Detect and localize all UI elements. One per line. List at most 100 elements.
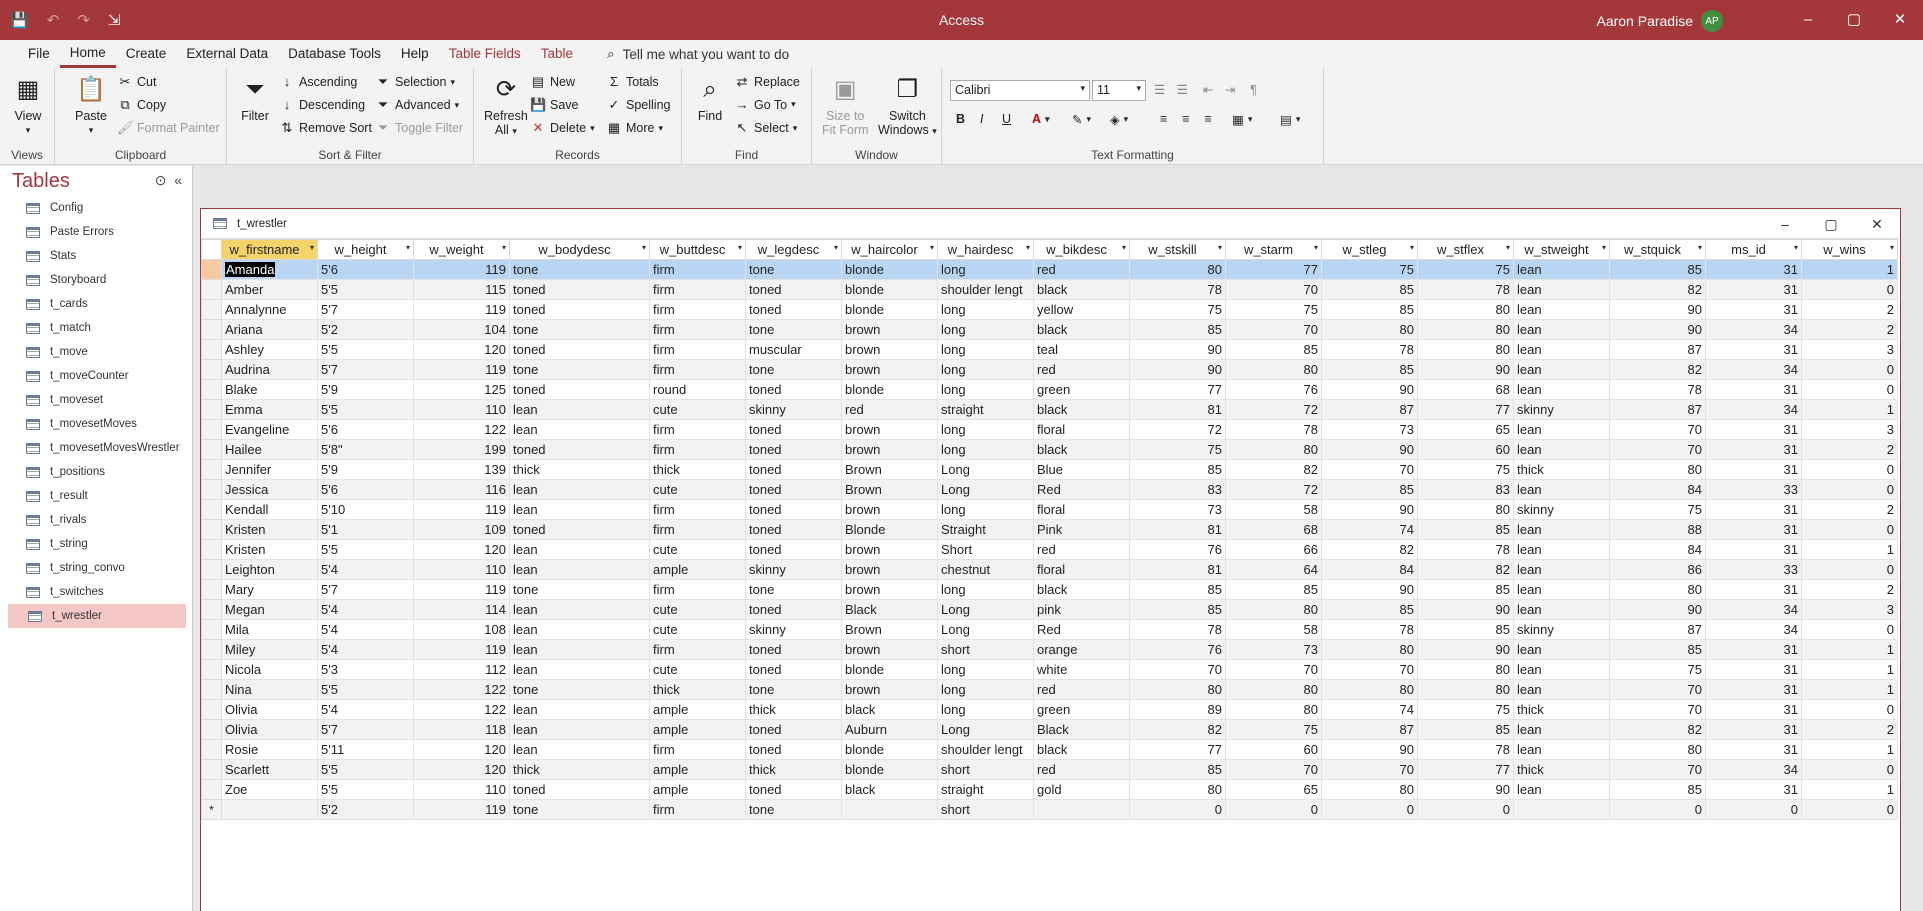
cell-w-height[interactable]: 5'4 — [317, 619, 414, 640]
cell-w-stquick[interactable]: 87 — [1609, 339, 1706, 360]
cell-w-height[interactable]: 5'4 — [317, 639, 414, 660]
cell-w-haircolor[interactable]: brown — [841, 339, 938, 360]
nav-item-stats[interactable]: Stats — [6, 244, 186, 268]
cell-w-stweight[interactable] — [1513, 799, 1610, 820]
cell-w-wins[interactable]: 1 — [1801, 739, 1898, 760]
table-row[interactable]: Amanda 5'6 119 tone firm tone blonde long red 80 7… — [201, 259, 1898, 280]
cell-w-starm[interactable]: 70 — [1225, 319, 1322, 340]
table-row[interactable]: Rosie 5'11 120 lean firm toned blonde shoulder … — [201, 739, 1898, 760]
cell-w-buttdesc[interactable]: round — [649, 379, 746, 400]
cell-w-height[interactable]: 5'7 — [317, 359, 414, 380]
record-selector[interactable] — [201, 539, 222, 560]
cell-ms-id[interactable]: 34 — [1705, 359, 1802, 380]
record-selector[interactable] — [201, 339, 222, 360]
cell-w-bikdesc[interactable]: red — [1033, 679, 1130, 700]
column-header-w-height[interactable]: w_height ▾ — [317, 239, 414, 260]
find-button[interactable]: ⌕ Find — [694, 74, 726, 124]
cell-w-firstname[interactable]: Evangeline — [221, 419, 318, 440]
column-header-w-stweight[interactable]: w_stweight ▾ — [1513, 239, 1610, 260]
cell-ms-id[interactable]: 0 — [1705, 799, 1802, 820]
cell-w-firstname[interactable]: Miley — [221, 639, 318, 660]
cell-w-weight[interactable]: 120 — [413, 739, 510, 760]
cell-w-stflex[interactable]: 75 — [1417, 259, 1514, 280]
cell-w-buttdesc[interactable]: ample — [649, 719, 746, 740]
record-selector[interactable] — [201, 659, 222, 680]
cell-w-buttdesc[interactable]: cute — [649, 479, 746, 500]
cell-w-bikdesc[interactable]: Red — [1033, 619, 1130, 640]
cell-w-haircolor[interactable]: blonde — [841, 279, 938, 300]
nav-item-t-match[interactable]: t_match — [6, 316, 186, 340]
cell-w-stflex[interactable]: 80 — [1417, 499, 1514, 520]
avatar[interactable]: AP — [1701, 10, 1723, 32]
cell-w-hairdesc[interactable]: Short — [937, 539, 1034, 560]
cell-w-bikdesc[interactable]: Red — [1033, 479, 1130, 500]
table-row[interactable]: Zoe 5'5 110 toned ample toned black straight gol… — [201, 779, 1898, 800]
cell-w-firstname[interactable]: Olivia — [221, 699, 318, 720]
cell-w-starm[interactable]: 0 — [1225, 799, 1322, 820]
column-header-w-wins[interactable]: w_wins ▾ — [1801, 239, 1898, 260]
record-selector[interactable] — [201, 699, 222, 720]
cell-w-bodydesc[interactable]: lean — [509, 499, 650, 520]
cell-w-height[interactable]: 5'2 — [317, 799, 414, 820]
cell-w-legdesc[interactable]: tone — [745, 579, 842, 600]
table-row[interactable]: Jennifer 5'9 139 thick thick toned Brown Long Bl… — [201, 459, 1898, 480]
cell-ms-id[interactable]: 31 — [1705, 379, 1802, 400]
cell-w-wins[interactable]: 0 — [1801, 279, 1898, 300]
cell-w-buttdesc[interactable]: firm — [649, 579, 746, 600]
cell-w-stweight[interactable]: lean — [1513, 339, 1610, 360]
cell-w-legdesc[interactable]: thick — [745, 759, 842, 780]
cell-w-starm[interactable]: 75 — [1225, 719, 1322, 740]
fill-color-button[interactable]: ◈ ▾ — [1110, 112, 1128, 127]
cell-w-wins[interactable]: 1 — [1801, 779, 1898, 800]
record-selector[interactable] — [201, 759, 222, 780]
record-selector[interactable] — [201, 619, 222, 640]
tell-me-search[interactable]: ⌕ Tell me what you want to do — [607, 46, 789, 62]
cell-w-height[interactable]: 5'5 — [317, 759, 414, 780]
cell-w-wins[interactable]: 1 — [1801, 639, 1898, 660]
cell-w-stflex[interactable]: 68 — [1417, 379, 1514, 400]
new-record-button[interactable]: ▤ New — [530, 74, 575, 90]
cell-w-weight[interactable]: 199 — [413, 439, 510, 460]
cell-w-bikdesc[interactable]: black — [1033, 739, 1130, 760]
cell-w-stweight[interactable]: lean — [1513, 599, 1610, 620]
nav-item-t-positions[interactable]: t_positions — [6, 460, 186, 484]
minimize-button[interactable]: – — [1785, 0, 1831, 40]
cell-w-legdesc[interactable]: toned — [745, 419, 842, 440]
column-header-w-legdesc[interactable]: w_legdesc ▾ — [745, 239, 842, 260]
column-dropdown-icon[interactable]: ▾ — [406, 243, 410, 252]
cell-w-stleg[interactable]: 74 — [1321, 699, 1418, 720]
cell-w-stweight[interactable]: lean — [1513, 379, 1610, 400]
cell-w-starm[interactable]: 58 — [1225, 619, 1322, 640]
cell-ms-id[interactable]: 34 — [1705, 759, 1802, 780]
cell-w-starm[interactable]: 72 — [1225, 479, 1322, 500]
cell-w-bodydesc[interactable]: lean — [509, 559, 650, 580]
cell-w-stleg[interactable]: 70 — [1321, 759, 1418, 780]
cell-w-bodydesc[interactable]: toned — [509, 379, 650, 400]
cell-w-legdesc[interactable]: toned — [745, 659, 842, 680]
cell-w-starm[interactable]: 76 — [1225, 379, 1322, 400]
cell-w-hairdesc[interactable]: long — [937, 439, 1034, 460]
cell-w-wins[interactable]: 2 — [1801, 299, 1898, 320]
cell-w-hairdesc[interactable]: Long — [937, 479, 1034, 500]
cell-w-stskill[interactable]: 80 — [1129, 679, 1226, 700]
cell-w-bodydesc[interactable]: lean — [509, 659, 650, 680]
copy-button[interactable]: ⧉ Copy — [117, 97, 166, 113]
cell-w-legdesc[interactable]: toned — [745, 739, 842, 760]
cell-w-hairdesc[interactable]: long — [937, 679, 1034, 700]
cell-w-buttdesc[interactable]: firm — [649, 439, 746, 460]
nav-item-paste-errors[interactable]: Paste Errors — [6, 220, 186, 244]
cell-w-legdesc[interactable]: toned — [745, 479, 842, 500]
table-row[interactable]: Jessica 5'6 116 lean cute toned Brown Long Red 83… — [201, 479, 1898, 500]
cell-w-stleg[interactable]: 85 — [1321, 599, 1418, 620]
cell-w-hairdesc[interactable]: long — [937, 319, 1034, 340]
italic-button[interactable]: I — [980, 112, 983, 126]
cell-w-buttdesc[interactable]: ample — [649, 559, 746, 580]
new-record-row[interactable]: * 5'2 119 tone firm tone short 0 0 0 0 0 0 0 — [201, 799, 1898, 820]
cell-w-buttdesc[interactable]: ample — [649, 699, 746, 720]
cell-w-height[interactable]: 5'6 — [317, 259, 414, 280]
nav-item-t-moveset[interactable]: t_moveset — [6, 388, 186, 412]
record-selector[interactable] — [201, 259, 222, 280]
cell-w-stflex[interactable]: 78 — [1417, 739, 1514, 760]
cell-w-stskill[interactable]: 78 — [1129, 279, 1226, 300]
cell-w-stflex[interactable]: 78 — [1417, 539, 1514, 560]
